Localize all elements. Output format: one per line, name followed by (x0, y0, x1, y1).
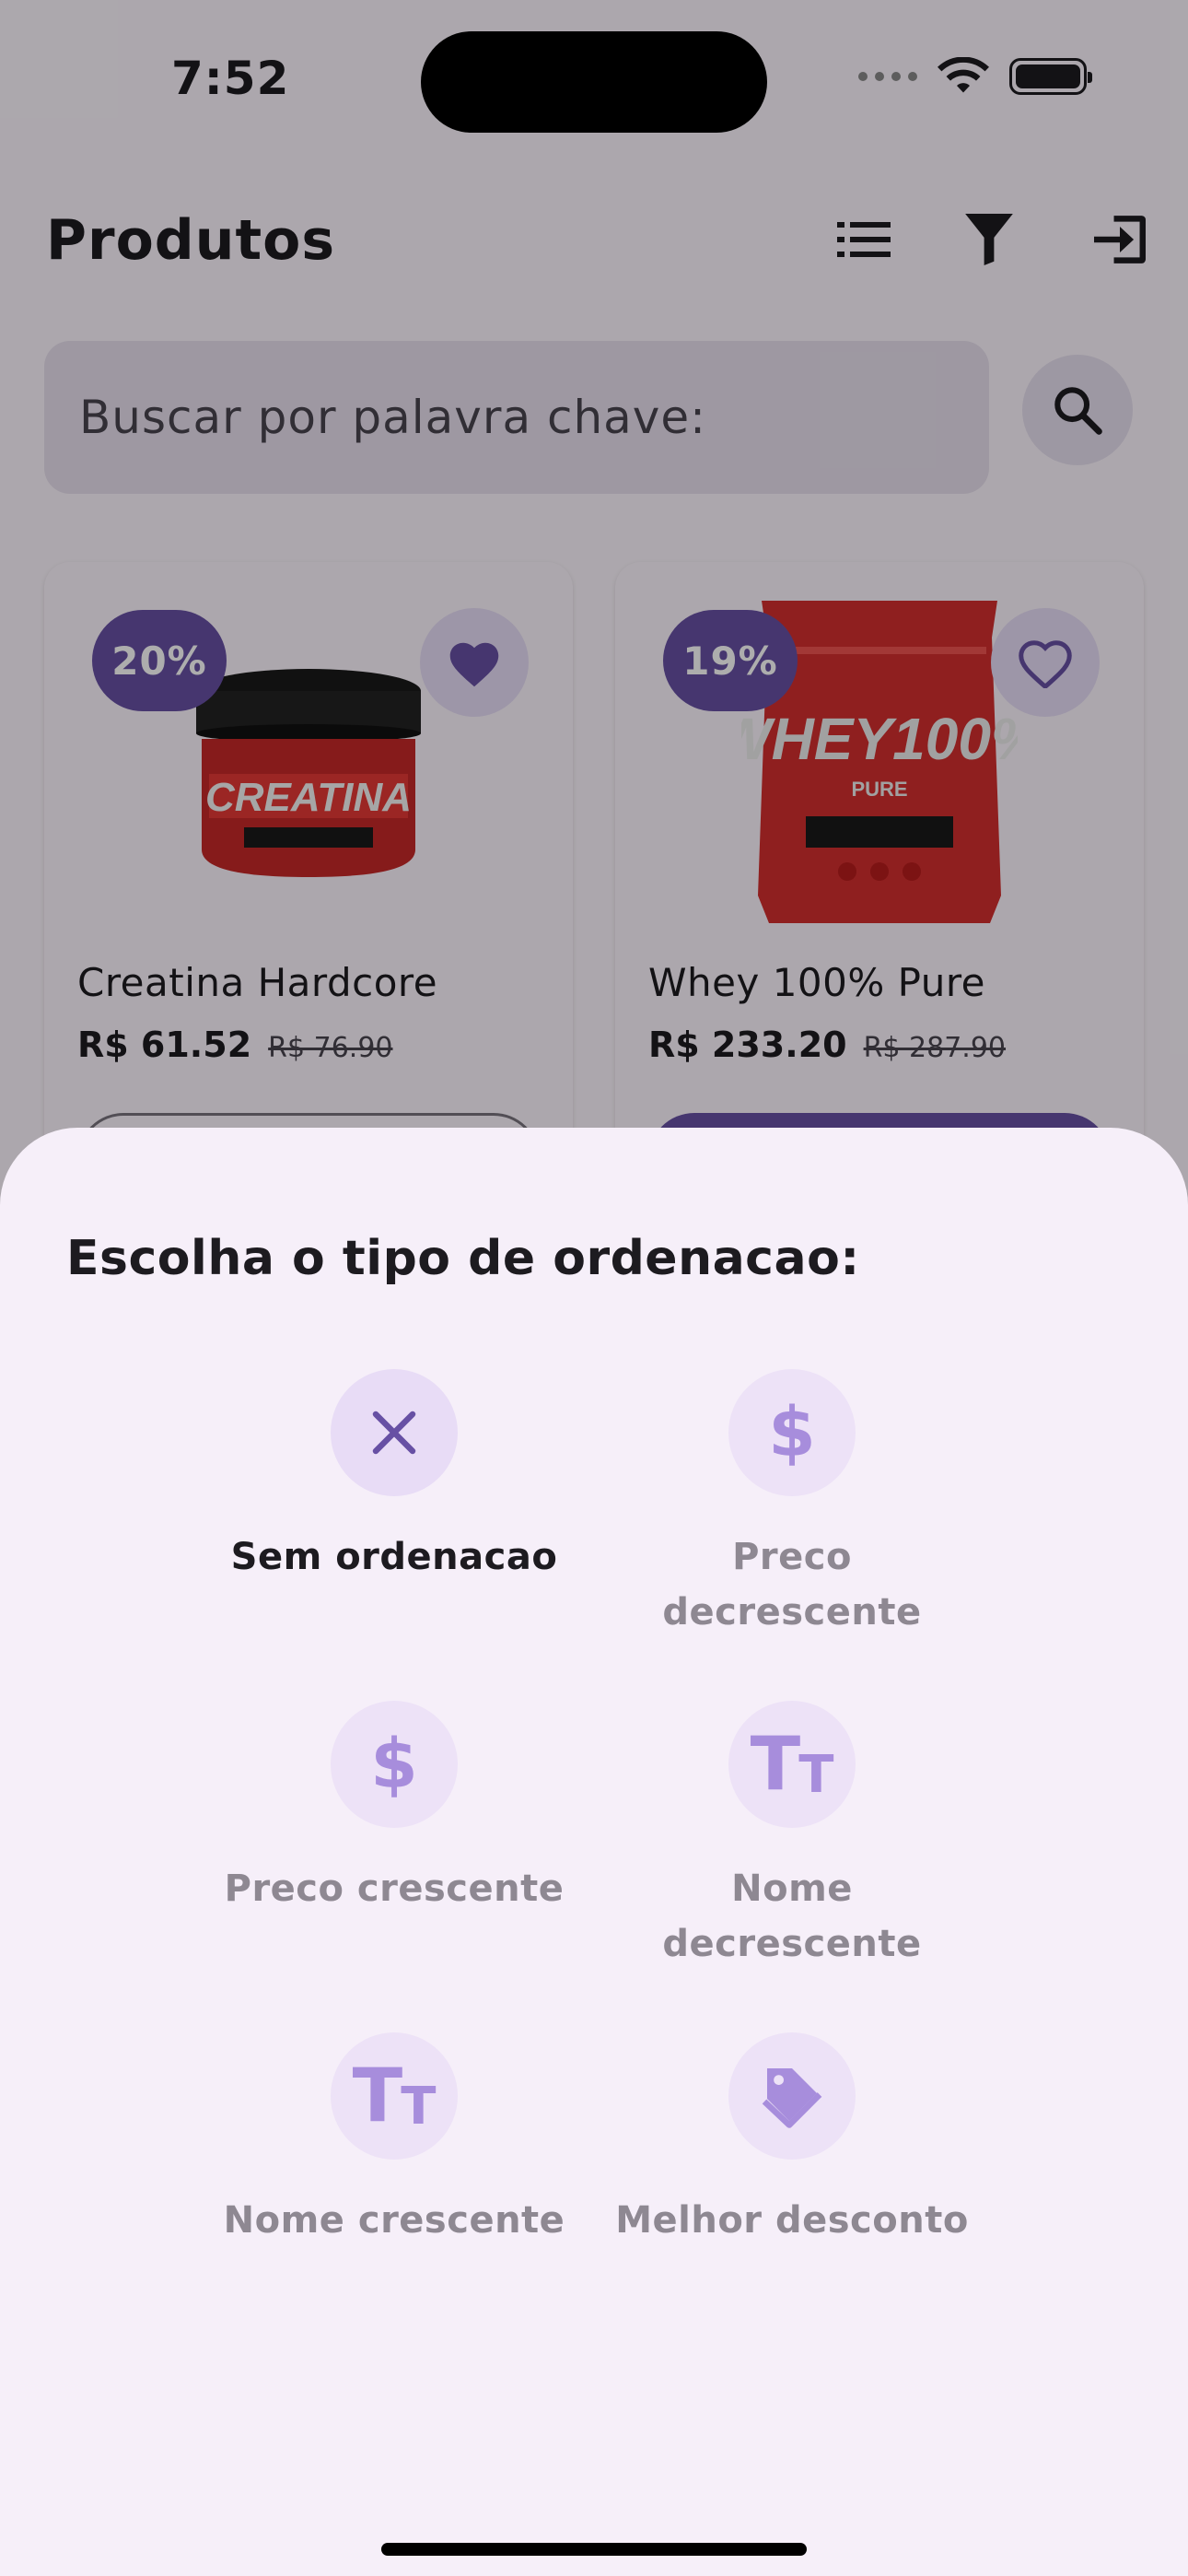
home-indicator[interactable] (381, 2543, 807, 2556)
sort-option-best-discount[interactable]: Melhor desconto (599, 2032, 985, 2248)
dollar-icon: $ (728, 1369, 856, 1496)
sort-option-label: Nome crescente (223, 2199, 565, 2242)
close-icon (331, 1369, 458, 1496)
sort-option-label: Preco decrescente (662, 1536, 922, 1633)
sort-option-label: Sem ordenacao (230, 1536, 558, 1578)
sort-bottom-sheet: Escolha o tipo de ordenacao: Sem ordenac… (0, 1128, 1188, 2576)
sheet-title: Escolha o tipo de ordenacao: (66, 1231, 860, 1286)
products-screen: 7:52 Produtos Buscar por palavra chave: (0, 0, 1188, 2576)
tag-icon (728, 2032, 856, 2160)
text-size-icon: TT (331, 2032, 458, 2160)
sort-option-none[interactable]: Sem ordenacao (201, 1369, 588, 1585)
sort-option-name-asc[interactable]: TT Nome crescente (201, 2032, 588, 2248)
text-size-icon: TT (728, 1701, 856, 1828)
sort-option-label: Nome decrescente (662, 1868, 922, 1965)
sort-option-name-desc[interactable]: TT Nome decrescente (599, 1701, 985, 1972)
sort-option-label: Preco crescente (224, 1868, 565, 1910)
sort-option-price-desc[interactable]: $ Preco decrescente (599, 1369, 985, 1640)
sort-option-label: Melhor desconto (615, 2199, 969, 2242)
sort-option-price-asc[interactable]: $ Preco crescente (201, 1701, 588, 1916)
dollar-icon: $ (331, 1701, 458, 1828)
